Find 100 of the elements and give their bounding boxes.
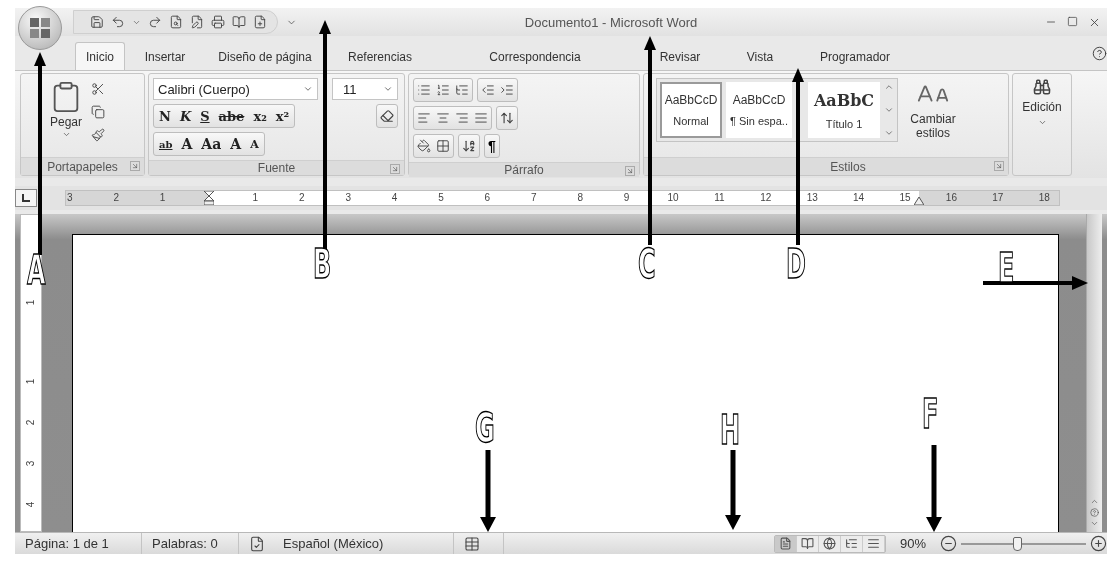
language-label[interactable]: Español (México)	[283, 536, 384, 551]
vertical-scrollbar[interactable]	[1086, 214, 1102, 532]
ribbon-tab[interactable]: Diseño de página	[205, 42, 325, 70]
font-effect-button[interactable]: A	[179, 136, 195, 152]
help-icon[interactable]	[1092, 46, 1107, 61]
style-item[interactable]: AaBbC Título 1	[808, 82, 880, 138]
line-spacing-button[interactable]	[496, 106, 518, 130]
sort-button[interactable]	[458, 134, 480, 158]
browse-object-icon[interactable]	[1090, 508, 1099, 517]
multilevel-list-icon[interactable]	[455, 83, 469, 97]
dialog-launcher-icon[interactable]	[391, 165, 399, 173]
justify-icon[interactable]	[474, 111, 488, 125]
borders-icon[interactable]	[436, 139, 450, 153]
view-button[interactable]	[818, 535, 841, 552]
view-button[interactable]	[774, 535, 797, 552]
printer-icon[interactable]	[211, 15, 225, 29]
font-effect-button[interactable]: ab	[157, 138, 175, 150]
ribbon-tab[interactable]: Revisar	[635, 42, 725, 70]
ruler-number: 1	[25, 378, 37, 385]
decrease-indent-icon[interactable]	[481, 83, 495, 97]
format-painter-icon[interactable]	[91, 128, 105, 142]
format-button[interactable]: x²	[273, 108, 292, 124]
cut-icon[interactable]	[91, 82, 105, 96]
scroll-up-icon[interactable]	[884, 82, 894, 92]
font-effect-button[interactable]: A	[228, 136, 244, 152]
ribbon-tab[interactable]: Referencias	[325, 42, 435, 70]
tab-selector[interactable]	[15, 189, 37, 207]
ribbon-tab[interactable]: Vista	[725, 42, 795, 70]
font-effect-button[interactable]: Aa	[199, 136, 224, 152]
ruler-number: 2	[299, 192, 305, 203]
maximize-icon[interactable]	[1067, 15, 1078, 27]
ruler-number: 12	[760, 192, 772, 203]
view-icon	[866, 537, 880, 550]
more-styles-icon[interactable]	[884, 128, 894, 138]
align-left-icon[interactable]	[417, 111, 431, 125]
proofing-icon[interactable]	[249, 535, 265, 552]
zoom-in-icon[interactable]	[1090, 535, 1107, 552]
ruler-number: 15	[899, 192, 911, 203]
zoom-slider-thumb[interactable]	[1013, 536, 1023, 551]
font-size-field[interactable]: 11	[332, 78, 398, 100]
increase-indent-icon[interactable]	[500, 83, 514, 97]
align-right-icon[interactable]	[455, 111, 469, 125]
paste-button[interactable]: Pegar	[45, 78, 87, 153]
ribbon-tab[interactable]: Insertar	[125, 42, 205, 70]
next-page-icon[interactable]	[1090, 519, 1099, 528]
undo-icon[interactable]	[111, 15, 125, 29]
show-marks-button[interactable]: ¶	[484, 134, 500, 158]
align-center-icon[interactable]	[436, 111, 450, 125]
zoom-percentage[interactable]: 90%	[885, 536, 940, 551]
caret-icon	[303, 84, 313, 94]
dialog-launcher-icon[interactable]	[995, 162, 1003, 170]
document-edit-icon[interactable]	[190, 15, 204, 29]
font-effect-button[interactable]: A	[248, 137, 261, 151]
annotation-letter: C	[638, 244, 656, 284]
ruler-number: 4	[391, 192, 398, 203]
view-button[interactable]	[840, 535, 863, 552]
format-button[interactable]: K	[177, 108, 194, 124]
ruler-number: 14	[853, 192, 865, 203]
save-icon[interactable]	[90, 15, 104, 29]
paint-bucket-icon[interactable]	[417, 139, 431, 153]
format-button[interactable]: abe	[216, 108, 247, 124]
ruler-number: 3	[345, 192, 351, 203]
dialog-launcher-icon[interactable]	[626, 167, 634, 175]
bullet-list-icon[interactable]	[417, 83, 431, 97]
view-button[interactable]	[862, 535, 885, 552]
ribbon-tab[interactable]: Correspondencia	[435, 42, 635, 70]
format-button[interactable]: N	[157, 108, 173, 124]
ribbon-tab[interactable]: Inicio	[75, 42, 125, 70]
previous-page-icon[interactable]	[1090, 497, 1099, 506]
change-styles-button[interactable]: Cambiar estilos	[902, 78, 964, 153]
style-item[interactable]: AaBbCcD ¶ Sin espa..	[726, 82, 792, 138]
view-button[interactable]	[796, 535, 819, 552]
macro-record-icon[interactable]	[464, 535, 480, 552]
group-title: Párrafo	[504, 163, 544, 177]
window-title: Documento1 - Microsoft Word	[523, 14, 699, 30]
word-count[interactable]: Palabras: 0	[152, 536, 218, 551]
ribbon-tab[interactable]: Programador	[795, 42, 915, 70]
annotation-letter: B	[313, 244, 332, 284]
format-button[interactable]: S	[198, 108, 212, 124]
book-icon[interactable]	[232, 15, 246, 29]
numbered-list-icon[interactable]	[436, 83, 450, 97]
style-item[interactable]: AaBbCcD Normal	[660, 82, 722, 138]
binoculars-icon	[1033, 78, 1051, 96]
scroll-down-icon[interactable]	[884, 105, 894, 115]
clear-format-button[interactable]	[376, 104, 398, 128]
redo-icon[interactable]	[148, 15, 162, 29]
group-title: Portapapeles	[47, 159, 118, 174]
editing-button[interactable]: Edición	[1013, 74, 1071, 175]
copy-icon[interactable]	[91, 105, 105, 119]
font-name-field[interactable]: Calibri (Cuerpo)	[153, 78, 318, 100]
ruler-number: 7	[531, 192, 537, 203]
format-button[interactable]: x₂	[251, 108, 269, 124]
ruler-number: 4	[25, 501, 37, 508]
ruler-number: 17	[992, 192, 1004, 203]
dialog-launcher-icon[interactable]	[131, 162, 139, 170]
zoom-out-icon[interactable]	[940, 535, 957, 552]
print-preview-icon[interactable]	[169, 15, 183, 29]
page-count[interactable]: Página: 1 de 1	[25, 536, 109, 551]
ruler-number: 6	[484, 192, 491, 203]
new-document-icon[interactable]	[253, 15, 267, 29]
